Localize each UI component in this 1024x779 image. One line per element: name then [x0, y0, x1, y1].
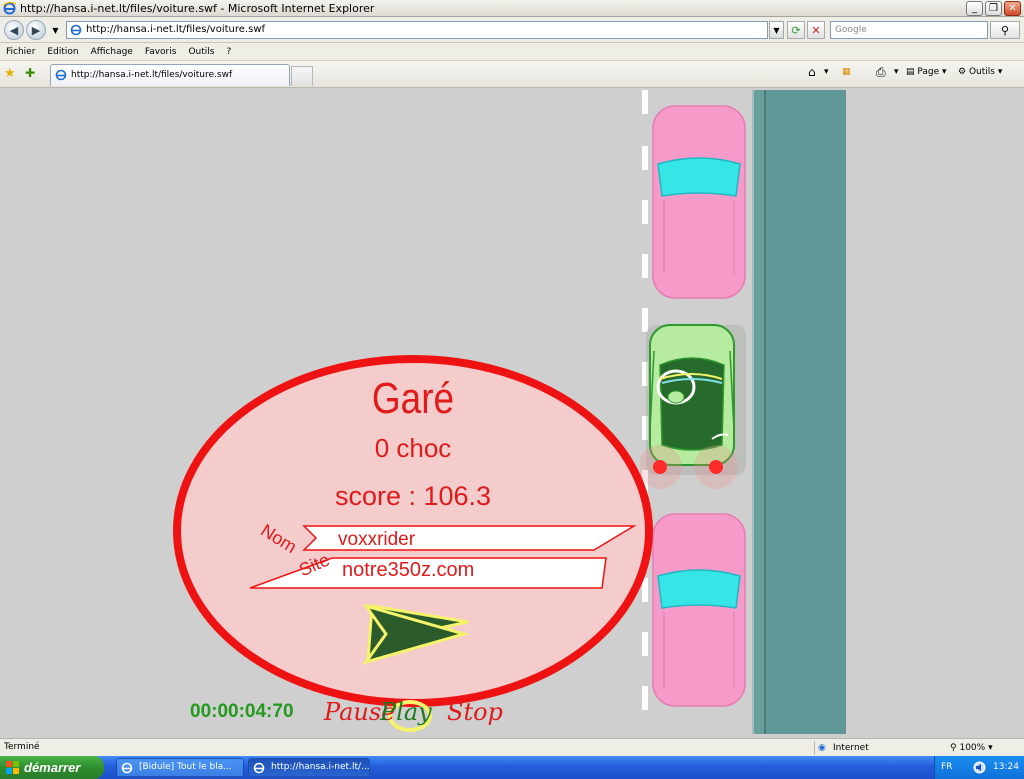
tab-current-page[interactable]: http://hansa.i-net.lt/files/voiture.swf — [50, 64, 290, 86]
player-car[interactable] — [640, 321, 748, 491]
page-icon — [55, 69, 67, 81]
lane-marking — [642, 146, 648, 170]
chevron-down-icon: ▼ — [52, 25, 59, 35]
maximize-button[interactable]: ❐ — [985, 1, 1002, 16]
lane-marking — [642, 254, 648, 278]
search-button[interactable]: ⚲ — [990, 21, 1020, 39]
windows-logo-icon — [6, 761, 19, 774]
history-dropdown[interactable]: ▼ — [48, 21, 63, 39]
desktop: http://hansa.i-net.lt/files/voiture.swf … — [0, 0, 1024, 779]
play-button[interactable]: Play — [380, 698, 432, 726]
add-favorite-icon[interactable]: ✚ — [25, 66, 35, 80]
security-zone: ◉ Internet — [814, 741, 944, 755]
forward-button[interactable]: ▶ — [26, 20, 46, 40]
taskbar-item-game[interactable]: http://hansa.i-net.lt/... — [248, 758, 370, 777]
tab-toolbar: ★ ✚ http://hansa.i-net.lt/files/voiture.… — [0, 61, 1024, 88]
minimize-button[interactable]: _ — [966, 1, 983, 16]
search-icon: ⚲ — [1000, 23, 1010, 37]
sidewalk — [766, 90, 846, 734]
page-content: Garé 0 choc score : 106.3 Nom voxxrider … — [0, 88, 1024, 738]
zoom-level: 100% — [959, 743, 986, 753]
favorites-star-icon[interactable]: ★ — [4, 66, 16, 81]
close-button[interactable]: ✕ — [1004, 1, 1021, 16]
chevron-down-icon[interactable]: ▾ — [894, 67, 899, 77]
site-value: notre350z.com — [342, 559, 475, 581]
zoom-icon: ⚲ — [950, 743, 957, 753]
address-toolbar: ◀ ▶ ▼ http://hansa.i-net.lt/files/voitur… — [0, 17, 1024, 43]
address-dropdown[interactable]: ▼ — [769, 21, 784, 39]
print-icon[interactable]: ⎙ — [876, 65, 886, 80]
tools-menu-label: Outils — [968, 67, 995, 77]
zoom-control[interactable]: ⚲ 100% ▾ — [950, 741, 993, 755]
search-input[interactable]: Google — [830, 21, 988, 39]
menu-item-favorites[interactable]: Favoris — [145, 47, 177, 57]
parked-car-bottom — [652, 513, 746, 707]
refresh-button[interactable]: ⟳ — [787, 21, 805, 39]
menu-bar: Fichier Edition Affichage Favoris Outils… — [0, 43, 1024, 61]
arrow-left-icon: ◀ — [9, 23, 19, 37]
chevron-down-icon: ▼ — [773, 25, 780, 35]
stop-loading-button[interactable]: ✕ — [807, 21, 825, 39]
menu-item-edit[interactable]: Edition — [47, 47, 78, 57]
result-title: Garé — [371, 374, 455, 423]
taskbar-item-label: [Bidule] Tout le bla... — [139, 762, 232, 772]
menu-item-file[interactable]: Fichier — [6, 47, 35, 57]
volume-icon[interactable] — [973, 761, 986, 774]
score-value: score : 106.3 — [334, 481, 492, 511]
collision-count: 0 choc — [374, 433, 452, 463]
start-label: démarrer — [24, 760, 81, 775]
window-title: http://hansa.i-net.lt/files/voiture.swf … — [20, 2, 375, 15]
internet-explorer-icon — [3, 2, 16, 15]
refresh-icon: ⟳ — [791, 23, 801, 37]
window-controls: _ ❐ ✕ — [966, 1, 1021, 16]
stop-button[interactable]: Stop — [447, 698, 503, 726]
windows-taskbar: démarrer [Bidule] Tout le bla... http://… — [0, 756, 1024, 779]
clock: 13:24 — [993, 762, 1019, 772]
feeds-icon[interactable]: ▦ — [842, 67, 851, 77]
window-title-bar: http://hansa.i-net.lt/files/voiture.swf … — [0, 0, 1024, 17]
menu-item-view[interactable]: Affichage — [91, 47, 133, 57]
menu-item-help[interactable]: ? — [226, 47, 231, 57]
globe-icon: ◉ — [818, 743, 826, 753]
page-menu-label: Page — [917, 67, 940, 77]
language-indicator[interactable]: FR — [941, 762, 952, 772]
lane-marking — [642, 200, 648, 224]
road-edge — [846, 88, 1024, 738]
internet-explorer-icon — [253, 762, 265, 774]
zone-label: Internet — [833, 743, 869, 753]
search-placeholder: Google — [835, 25, 867, 35]
taskbar-item-label: http://hansa.i-net.lt/... — [271, 762, 370, 772]
stop-icon: ✕ — [811, 23, 821, 37]
game-timer: 00:00:04:70 — [190, 701, 294, 722]
internet-explorer-icon — [121, 762, 133, 774]
curb — [752, 90, 766, 734]
page-icon — [70, 24, 82, 36]
arrow-right-icon: ▶ — [31, 23, 41, 37]
status-bar: Terminé ◉ Internet ⚲ 100% ▾ — [0, 738, 1024, 756]
game-stage[interactable]: Garé 0 choc score : 106.3 Nom voxxrider … — [0, 88, 1024, 738]
address-input[interactable]: http://hansa.i-net.lt/files/voiture.swf — [66, 21, 768, 39]
name-value: voxxrider — [338, 529, 416, 550]
chevron-down-icon[interactable]: ▾ — [824, 67, 829, 77]
tools-menu-button[interactable]: ⚙ Outils ▾ — [958, 67, 1002, 77]
back-button[interactable]: ◀ — [4, 20, 24, 40]
parked-car-top — [652, 105, 746, 299]
status-text: Terminé — [4, 742, 40, 752]
tab-label: http://hansa.i-net.lt/files/voiture.swf — [71, 70, 233, 80]
page-menu-button[interactable]: ▤ Page ▾ — [906, 67, 947, 77]
address-url: http://hansa.i-net.lt/files/voiture.swf — [86, 24, 266, 35]
taskbar-item-forum[interactable]: [Bidule] Tout le bla... — [116, 758, 244, 777]
lane-marking — [642, 90, 648, 114]
home-icon[interactable]: ⌂ — [808, 65, 816, 79]
start-button[interactable]: démarrer — [0, 756, 104, 779]
go-arrow-icon[interactable] — [360, 602, 470, 666]
gear-icon: ⚙ — [958, 67, 967, 77]
page-menu-icon: ▤ — [906, 67, 915, 77]
new-tab-button[interactable] — [291, 66, 313, 86]
system-tray: FR 13:24 — [934, 756, 1024, 779]
menu-item-tools[interactable]: Outils — [188, 47, 214, 57]
